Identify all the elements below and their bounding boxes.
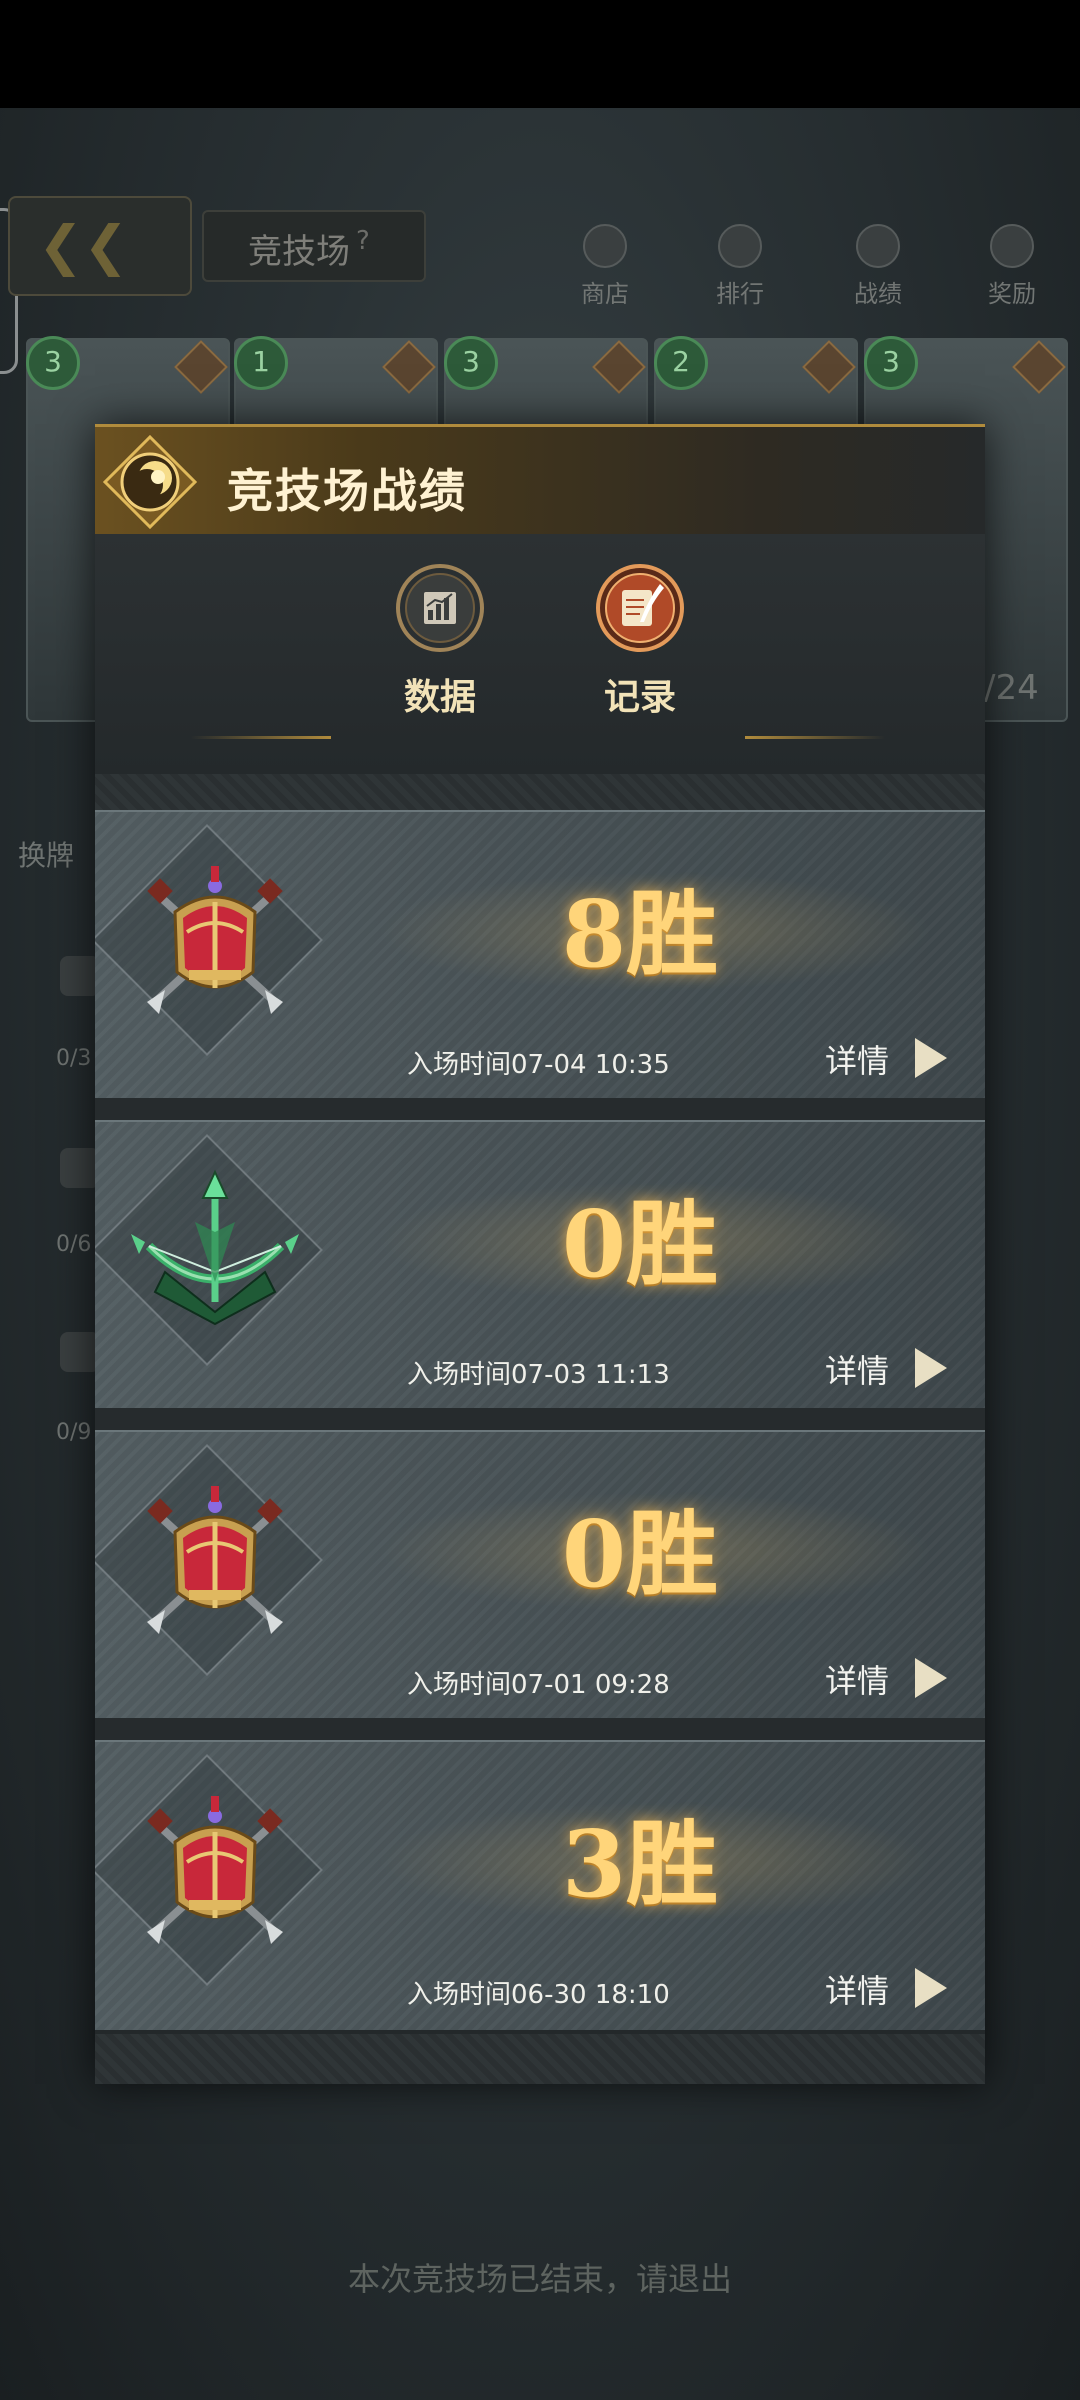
- lock-icon: [60, 956, 100, 996]
- element-gem-icon: [1012, 340, 1066, 394]
- nav-reward-label: 奖励: [988, 280, 1036, 308]
- card-level: 3: [444, 336, 498, 390]
- win-count: 3胜: [561, 1810, 718, 1918]
- element-gem-icon: [382, 340, 436, 394]
- record-gap: [95, 1098, 985, 1120]
- win-count: 0胜: [561, 1500, 718, 1608]
- tab-data[interactable]: 数据: [375, 562, 505, 720]
- detail-button[interactable]: 详情: [825, 1036, 889, 1082]
- detail-button[interactable]: 详情: [825, 1346, 889, 1392]
- arena-title: 竞技场: [248, 232, 350, 272]
- red-crest-badge-icon: [147, 866, 283, 1014]
- green-crossbow-badge-icon: [131, 1169, 299, 1326]
- win-count: 0胜: [561, 1190, 718, 1298]
- lock-icon: [60, 1148, 100, 1188]
- swap-card-label: 换牌: [18, 839, 75, 872]
- back-chevron-icon: ❮❮: [38, 214, 129, 277]
- tab-bar: 数据 记录: [95, 534, 985, 774]
- sun-moon-emblem-icon: [103, 435, 197, 529]
- entry-time: 入场时间07-04 10:35: [407, 1050, 670, 1080]
- status-bar: [0, 0, 1080, 108]
- tab-divider-left: [191, 736, 331, 739]
- play-arrow-icon[interactable]: [915, 1968, 947, 2008]
- tab-divider-right: [745, 736, 885, 739]
- nav-ranking[interactable]: 排行: [690, 224, 790, 309]
- record-item: 0胜 入场时间07-03 11:13 详情: [95, 1120, 985, 1410]
- record-gap: [95, 1718, 985, 1740]
- card-level: 2: [654, 336, 708, 390]
- element-gem-icon: [592, 340, 646, 394]
- detail-button[interactable]: 详情: [825, 1966, 889, 2012]
- entry-time: 入场时间07-01 09:28: [407, 1670, 670, 1700]
- nav-shop[interactable]: 商店: [555, 224, 655, 309]
- help-icon[interactable]: ?: [356, 226, 370, 256]
- win-count: 8胜: [561, 880, 718, 988]
- scroll-quill-icon: [596, 564, 684, 652]
- stats-chart-icon: [396, 564, 484, 652]
- shop-icon: [583, 224, 627, 268]
- nav-ranking-label: 排行: [716, 280, 764, 308]
- play-arrow-icon[interactable]: [915, 1038, 947, 1078]
- entry-time: 入场时间07-03 11:13: [407, 1360, 670, 1390]
- tab-record[interactable]: 记录: [575, 562, 705, 720]
- modal-title: 竞技场战绩: [227, 464, 467, 518]
- slot-count: 0/6: [56, 1232, 92, 1257]
- arena-record-modal: 竞技场战绩 数据 记录 8胜 入场时间07-04 10:35 详情 0胜 入场时…: [95, 424, 985, 2084]
- card-level: 3: [864, 336, 918, 390]
- slot-count: 0/3: [56, 1046, 92, 1071]
- record-item: 3胜 入场时间06-30 18:10 详情: [95, 1740, 985, 2030]
- progress-count: /24: [984, 668, 1039, 708]
- card-level: 1: [234, 336, 288, 390]
- entry-time: 入场时间06-30 18:10: [407, 1980, 670, 2010]
- arena-ended-notice: 本次竞技场已结束，请退出: [347, 2260, 732, 2298]
- element-gem-icon: [802, 340, 856, 394]
- element-gem-icon: [174, 340, 228, 394]
- section-separator: [95, 774, 985, 812]
- tab-record-label: 记录: [603, 677, 676, 718]
- red-crest-badge-icon: [147, 1796, 283, 1944]
- play-arrow-icon[interactable]: [915, 1348, 947, 1388]
- reward-icon: [990, 224, 1034, 268]
- nav-record-label: 战绩: [854, 280, 902, 308]
- nav-reward[interactable]: 奖励: [962, 224, 1062, 309]
- record-gap: [95, 1408, 985, 1430]
- card-level: 3: [26, 336, 80, 390]
- record-item: 8胜 入场时间07-04 10:35 详情: [95, 810, 985, 1100]
- arena-title-box: 竞技场 ?: [202, 210, 426, 282]
- modal-header: 竞技场战绩: [95, 424, 985, 537]
- record-icon: [856, 224, 900, 268]
- nav-record[interactable]: 战绩: [828, 224, 928, 309]
- detail-button[interactable]: 详情: [825, 1656, 889, 1702]
- slot-count: 0/9: [56, 1420, 92, 1445]
- record-item: 0胜 入场时间07-01 09:28 详情: [95, 1430, 985, 1720]
- back-button[interactable]: ❮❮: [8, 196, 192, 296]
- modal-footer: [95, 2034, 985, 2084]
- tab-data-label: 数据: [403, 677, 476, 718]
- trophy-icon: [718, 224, 762, 268]
- nav-shop-label: 商店: [581, 280, 629, 308]
- lock-icon: [60, 1332, 100, 1372]
- play-arrow-icon[interactable]: [915, 1658, 947, 1698]
- red-crest-badge-icon: [147, 1486, 283, 1634]
